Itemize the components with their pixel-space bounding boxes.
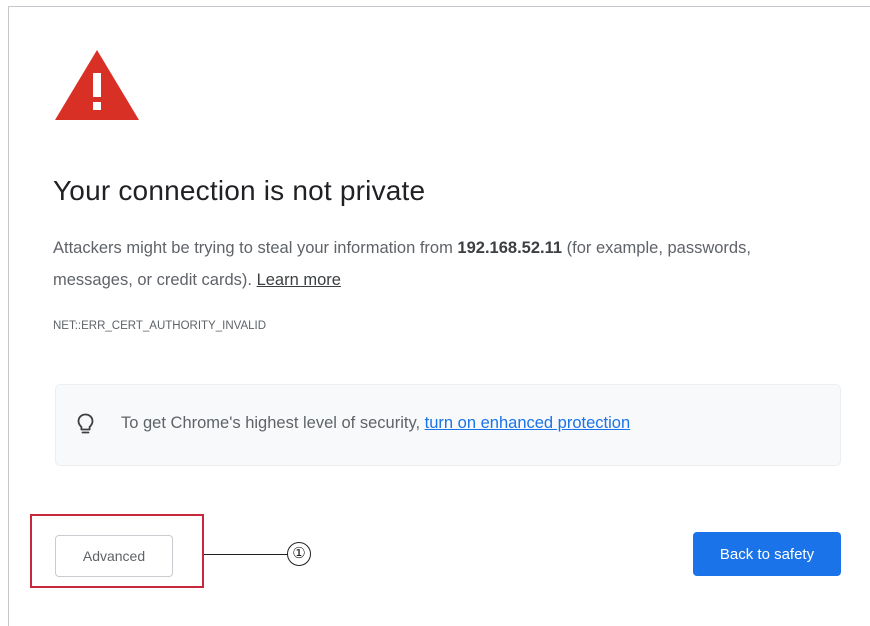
annotation-callout-number: ① <box>287 542 311 566</box>
page-title: Your connection is not private <box>53 175 426 206</box>
enhanced-protection-banner: To get Chrome's highest level of securit… <box>56 385 840 465</box>
error-code: NET::ERR_CERT_AUTHORITY_INVALID <box>53 320 267 332</box>
host-address: 192.168.52.11 <box>457 239 563 257</box>
enhanced-protection-message: To get Chrome's highest level of securit… <box>121 414 630 433</box>
enhanced-protection-text: To get Chrome's highest level of securit… <box>121 414 425 432</box>
description-text-before: Attackers might be trying to steal your … <box>53 239 458 257</box>
warning-triangle-icon <box>55 50 139 120</box>
lightbulb-icon <box>77 413 94 434</box>
advanced-button[interactable]: Advanced <box>55 535 173 577</box>
learn-more-link[interactable]: Learn more <box>257 271 341 289</box>
back-to-safety-button[interactable]: Back to safety <box>693 532 841 576</box>
enhanced-protection-link[interactable]: turn on enhanced protection <box>425 414 631 432</box>
warning-description: Attackers might be trying to steal your … <box>53 232 823 296</box>
annotation-callout-line <box>204 554 288 555</box>
